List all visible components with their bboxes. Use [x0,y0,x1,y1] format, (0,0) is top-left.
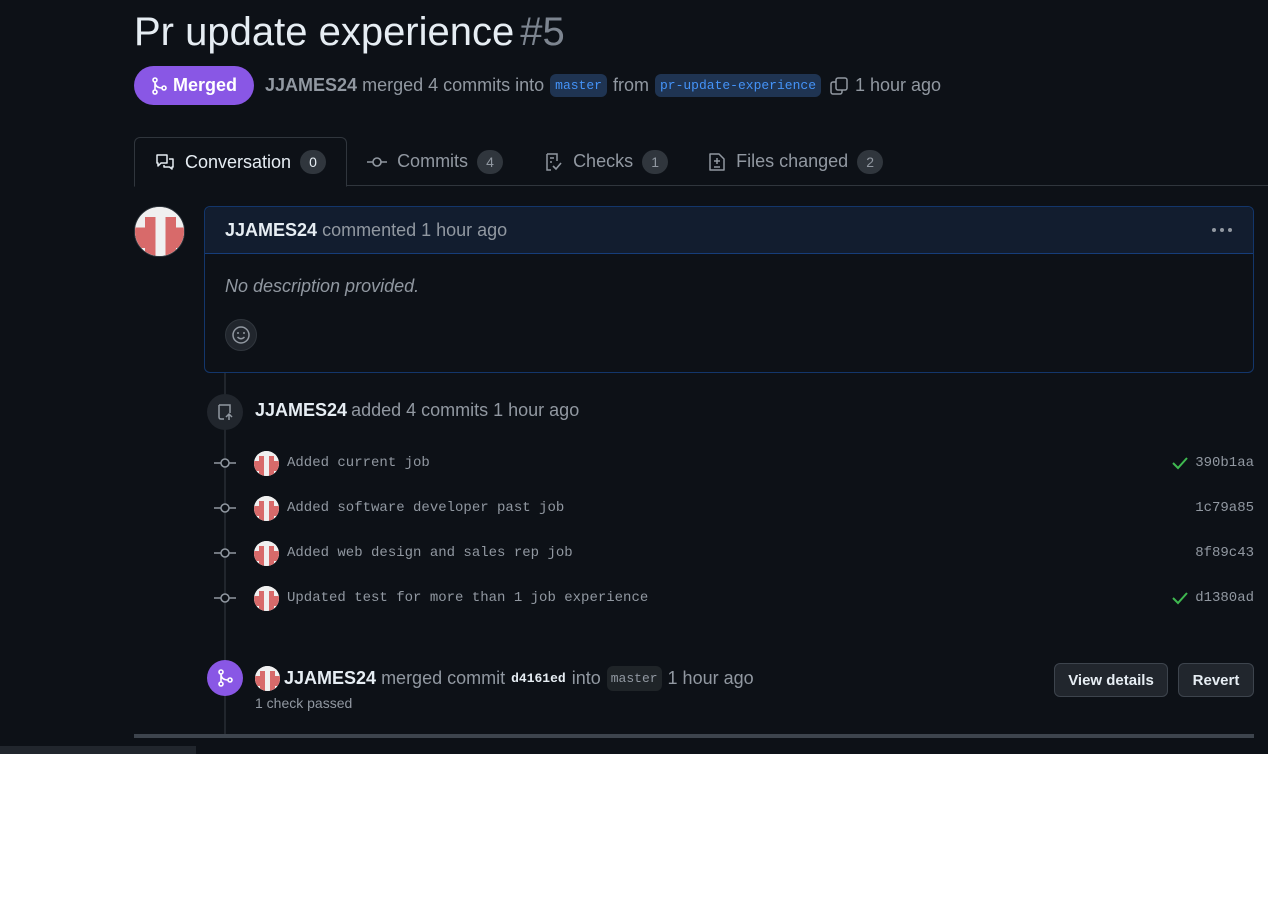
tab-commits-count: 4 [477,149,504,174]
tab-conversation[interactable]: Conversation 0 [134,137,348,187]
git-commit-icon [214,501,236,515]
tab-checks-count: 1 [642,149,669,174]
push-event: JJAMES24 added 4 commits 1 hour ago [255,400,579,421]
tab-conversation-label: Conversation [185,151,292,172]
tab-files-changed[interactable]: Files changed 2 [688,137,903,186]
merge-into-text: into [571,667,601,688]
comment-header: JJAMES24 commented 1 hour ago [205,207,1253,254]
commit-status: d1380ad [1171,590,1254,606]
comment-body: No description provided. [225,276,420,296]
commit-status: 1c79a85 [1195,500,1254,516]
comment-author-link[interactable]: JJAMES24 [225,220,317,241]
tab-commits-label: Commits [397,151,469,171]
pr-number: #5 [520,10,565,54]
merge-commit-sha-link[interactable]: d4161ed [511,671,566,686]
check-icon[interactable] [1171,591,1189,605]
tab-checks-label: Checks [573,151,634,171]
tab-conversation-count: 0 [300,150,327,174]
comment-action: commented 1 hour ago [322,219,508,240]
git-merge-icon [152,76,167,95]
tab-checks[interactable]: Checks 1 [523,137,688,186]
checks-passed: 1 check passed [255,695,353,711]
pr-tabs: Conversation 0 Commits 4 Checks 1 Files … [134,137,1268,187]
pr-author-link[interactable]: JJAMES24 [265,75,357,96]
pr-page: Pr update experience #5 Merged JJAMES24 m… [0,0,1268,754]
list-item: Added current job 390b1aa [214,449,1254,477]
pr-title: Pr update experience [134,10,515,54]
head-branch[interactable]: pr-update-experience [654,74,821,97]
scrollbar[interactable] [0,746,196,754]
pr-meta: Merged JJAMES24 merged 4 commits into ma… [134,66,941,105]
merge-text: merged commit [381,667,506,688]
smiley-icon [232,326,250,344]
commit-message-link[interactable]: Added current job [287,455,430,471]
merge-event: JJAMES24 merged commit d4161ed into mast… [255,664,754,692]
page-title: Pr update experience #5 [134,10,565,55]
git-commit-icon [214,456,236,470]
revert-button[interactable]: Revert [1178,663,1254,697]
copy-icon[interactable] [829,76,849,96]
file-diff-icon [709,152,725,171]
commit-sha-link[interactable]: d1380ad [1195,590,1254,606]
avatar[interactable] [254,450,279,476]
comment-box: JJAMES24 commented 1 hour ago No descrip… [204,206,1254,373]
check-icon[interactable] [1171,456,1189,470]
tab-files-changed-label: Files changed [736,151,849,171]
checklist-icon [546,152,562,171]
merged-badge: Merged [134,66,255,105]
repo-push-icon [207,394,243,430]
tab-files-changed-count: 2 [857,149,884,174]
merged-badge-label: Merged [173,75,238,95]
git-commit-icon [214,591,236,605]
avatar[interactable] [254,540,279,566]
list-item: Added web design and sales rep job 8f89c… [214,539,1254,567]
add-reaction-button[interactable] [225,319,257,351]
avatar[interactable] [134,206,185,257]
view-details-button[interactable]: View details [1054,663,1168,697]
git-merge-event-icon [207,660,243,696]
commit-message-link[interactable]: Updated test for more than 1 job experie… [287,590,648,606]
commit-sha-link[interactable]: 1c79a85 [1195,500,1254,516]
list-item: Added software developer past job 1c79a8… [214,494,1254,522]
merge-time: 1 hour ago [667,667,754,688]
comment-discussion-icon [156,154,174,170]
git-commit-icon [367,156,388,167]
pr-time: 1 hour ago [855,75,942,95]
base-branch[interactable]: master [550,74,607,97]
divider [134,734,1254,738]
push-author-link[interactable]: JJAMES24 [255,400,347,420]
commit-status: 390b1aa [1171,455,1254,471]
merge-author-link[interactable]: JJAMES24 [284,668,376,689]
commit-sha-link[interactable]: 390b1aa [1195,455,1254,471]
commit-sha-link[interactable]: 8f89c43 [1195,545,1254,561]
list-item: Updated test for more than 1 job experie… [214,584,1254,612]
merge-branch[interactable]: master [606,665,662,691]
git-commit-icon [214,546,236,560]
avatar[interactable] [254,495,279,521]
commit-status: 8f89c43 [1195,545,1254,561]
tab-commits[interactable]: Commits 4 [347,137,523,186]
commit-message-link[interactable]: Added software developer past job [287,500,564,516]
avatar[interactable] [255,665,280,691]
kebab-menu-icon[interactable] [1211,227,1233,233]
merged-text: merged 4 commits into [362,75,545,95]
avatar[interactable] [254,585,279,611]
commit-message-link[interactable]: Added web design and sales rep job [287,545,573,561]
push-event-text: added 4 commits 1 hour ago [351,400,580,420]
from-text: from [612,75,649,95]
